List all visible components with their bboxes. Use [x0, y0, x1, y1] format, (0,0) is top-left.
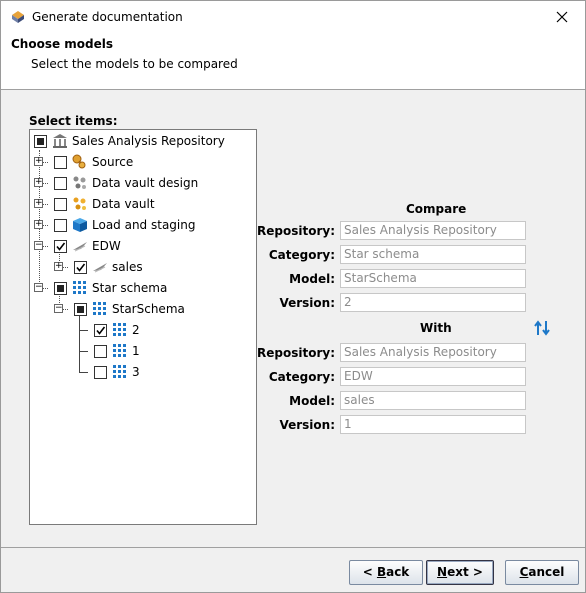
tree-item-label: Sales Analysis Repository: [72, 134, 225, 148]
root-checkbox[interactable]: [34, 134, 47, 148]
tree-item-star-schema[interactable]: Star schema: [54, 279, 167, 297]
data-vault-checkbox[interactable]: [54, 197, 67, 211]
expand-sales-toggle[interactable]: +: [54, 262, 63, 271]
cancel-button-label: Cancel: [519, 565, 565, 579]
source-icon: [72, 154, 88, 170]
window-title: Generate documentation: [32, 10, 183, 24]
tree-item-label: Data vault: [92, 197, 155, 211]
close-icon: [556, 11, 568, 22]
expand-load-staging-toggle[interactable]: +: [34, 220, 43, 229]
compare-version-field[interactable]: 2: [340, 293, 526, 312]
source-checkbox[interactable]: [54, 155, 67, 169]
tree-item-label: Load and staging: [92, 218, 196, 232]
version-3-checkbox[interactable]: [94, 365, 107, 379]
select-items-label: Select items:: [29, 114, 118, 128]
version-icon: [112, 322, 128, 338]
footer-divider: [1, 547, 585, 548]
with-repository-label: Repository:: [257, 346, 335, 360]
with-model-label: Model:: [289, 394, 335, 408]
cube-icon: [72, 217, 88, 233]
next-button-label: Next >: [437, 565, 483, 579]
tree-item-label: EDW: [92, 239, 121, 253]
tree-item-source[interactable]: Source: [54, 153, 133, 171]
tree-item-label: 1: [132, 344, 140, 358]
model-icon: [92, 259, 108, 275]
swap-models-button[interactable]: [533, 320, 551, 336]
next-button[interactable]: Next >: [426, 560, 494, 585]
tree-item-label: Data vault design: [92, 176, 199, 190]
back-button-label: < Back: [362, 565, 410, 579]
compare-repository-field[interactable]: Sales Analysis Repository: [340, 221, 526, 240]
expand-source-toggle[interactable]: +: [34, 157, 43, 166]
edw-icon: [72, 238, 88, 254]
page-subtitle: Select the models to be compared: [31, 57, 238, 71]
page-title: Choose models: [11, 37, 114, 51]
tree-item-dv-design[interactable]: Data vault design: [54, 174, 198, 192]
dv-design-checkbox[interactable]: [54, 176, 67, 190]
version-icon: [112, 343, 128, 359]
with-version-label: Version:: [279, 418, 335, 432]
wizard-header: Choose models Select the models to be co…: [1, 32, 585, 90]
with-category-label: Category:: [268, 370, 335, 384]
tree-item-label: 3: [132, 365, 140, 379]
collapse-starschema-toggle[interactable]: −: [54, 304, 63, 313]
repository-icon: [52, 133, 68, 149]
close-button[interactable]: [539, 1, 585, 32]
model-tree[interactable]: + + + + − + − − Sales Analysis Repositor…: [29, 129, 257, 525]
data-vault-icon: [72, 196, 88, 212]
checkmark-icon: [76, 263, 86, 272]
star-schema-icon: [72, 280, 88, 296]
expand-data-vault-toggle[interactable]: +: [34, 199, 43, 208]
tree-item-edw[interactable]: EDW: [54, 237, 121, 255]
version-icon: [112, 364, 128, 380]
version-1-checkbox[interactable]: [94, 344, 107, 358]
with-heading: With: [420, 321, 452, 335]
compare-version-label: Version:: [279, 296, 335, 310]
starschema-checkbox[interactable]: [74, 302, 87, 316]
expand-dv-design-toggle[interactable]: +: [34, 178, 43, 187]
tree-item-label: 2: [132, 323, 140, 337]
collapse-star-schema-toggle[interactable]: −: [34, 283, 43, 292]
checkmark-icon: [56, 242, 66, 251]
tree-item-load-staging[interactable]: Load and staging: [54, 216, 195, 234]
with-repository-field[interactable]: Sales Analysis Repository: [340, 343, 526, 362]
title-bar: Generate documentation: [1, 1, 585, 32]
generate-documentation-dialog: Generate documentation Choose models Sel…: [0, 0, 586, 593]
tree-item-label: Source: [92, 155, 134, 169]
star-schema-icon: [92, 301, 108, 317]
version-2-checkbox[interactable]: [94, 323, 107, 337]
tree-item-sales[interactable]: sales: [74, 258, 143, 276]
sales-checkbox[interactable]: [74, 260, 87, 274]
tree-item-version-1[interactable]: 1: [94, 342, 140, 360]
tree-item-root[interactable]: Sales Analysis Repository: [34, 132, 225, 150]
with-model-field[interactable]: sales: [340, 391, 526, 410]
tree-item-label: StarSchema: [112, 302, 185, 316]
compare-category-field[interactable]: Star schema: [340, 245, 526, 264]
compare-repository-label: Repository:: [257, 224, 335, 238]
back-button[interactable]: < Back: [349, 560, 423, 585]
app-logo-icon: [10, 9, 26, 25]
tree-item-data-vault[interactable]: Data vault: [54, 195, 155, 213]
tree-item-label: sales: [112, 260, 143, 274]
compare-model-field[interactable]: StarSchema: [340, 269, 526, 288]
with-category-field[interactable]: EDW: [340, 367, 526, 386]
swap-arrows-icon: [534, 320, 550, 336]
with-version-field[interactable]: 1: [340, 415, 526, 434]
compare-model-label: Model:: [289, 272, 335, 286]
compare-heading: Compare: [406, 202, 467, 216]
cancel-button[interactable]: Cancel: [505, 560, 579, 585]
checkmark-icon: [96, 326, 106, 335]
star-schema-checkbox[interactable]: [54, 281, 67, 295]
tree-item-version-3[interactable]: 3: [94, 363, 140, 381]
tree-item-starschema-model[interactable]: StarSchema: [74, 300, 185, 318]
collapse-edw-toggle[interactable]: −: [34, 241, 43, 250]
tree-item-version-2[interactable]: 2: [94, 321, 140, 339]
edw-checkbox[interactable]: [54, 239, 67, 253]
compare-category-label: Category:: [268, 248, 335, 262]
data-vault-design-icon: [72, 175, 88, 191]
tree-item-label: Star schema: [92, 281, 168, 295]
load-staging-checkbox[interactable]: [54, 218, 67, 232]
